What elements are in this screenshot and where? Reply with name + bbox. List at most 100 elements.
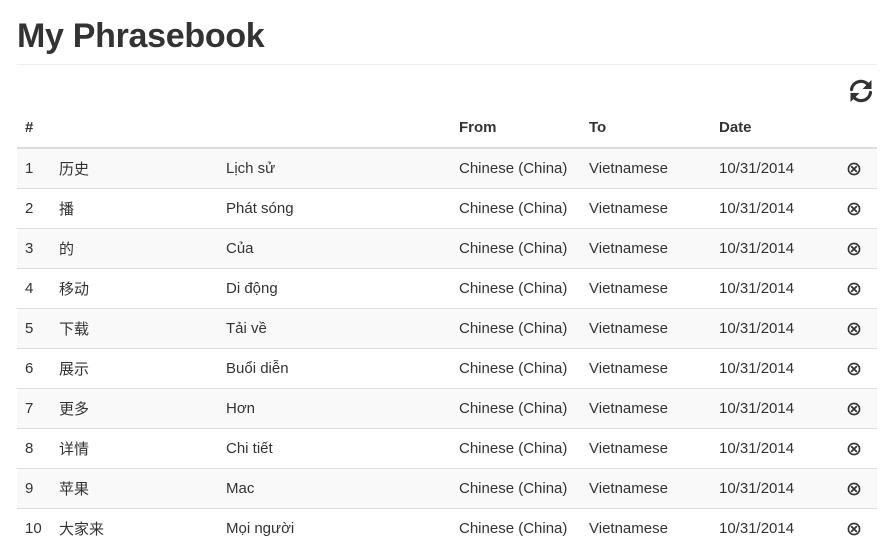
from-language: Chinese (China) xyxy=(451,228,581,269)
table-row: 1 历史 Lịch sử Chinese (China) Vietnamese 10/31… xyxy=(17,147,877,189)
date-added: 10/31/2014 xyxy=(711,228,831,269)
from-language: Chinese (China) xyxy=(451,508,581,548)
source-phrase: 移动 xyxy=(51,268,218,309)
from-language: Chinese (China) xyxy=(451,268,581,309)
source-phrase: 苹果 xyxy=(51,468,218,509)
row-index: 3 xyxy=(17,228,51,269)
to-language: Vietnamese xyxy=(581,308,711,349)
date-added: 10/31/2014 xyxy=(711,188,831,229)
remove-circle-icon[interactable] xyxy=(847,242,861,256)
remove-circle-icon[interactable] xyxy=(847,442,861,456)
row-index: 8 xyxy=(17,428,51,469)
to-language: Vietnamese xyxy=(581,428,711,469)
translated-phrase: Buổi diễn xyxy=(218,348,451,389)
translated-phrase: Lịch sử xyxy=(218,147,451,189)
from-language: Chinese (China) xyxy=(451,468,581,509)
row-actions xyxy=(831,348,877,389)
row-index: 6 xyxy=(17,348,51,389)
remove-circle-icon[interactable] xyxy=(847,522,861,536)
table-row: 9 苹果 Mac Chinese (China) Vietnamese 10/31/201… xyxy=(17,468,877,509)
phrasebook-table: # From To Date 1 历史 Lịch sử Chinese (China)… xyxy=(17,108,877,548)
row-index: 2 xyxy=(17,188,51,229)
date-added: 10/31/2014 xyxy=(711,468,831,509)
row-index: 5 xyxy=(17,308,51,349)
to-language: Vietnamese xyxy=(581,348,711,389)
date-added: 10/31/2014 xyxy=(711,308,831,349)
row-actions xyxy=(831,147,877,189)
translated-phrase: Mọi người xyxy=(218,508,451,548)
row-index: 9 xyxy=(17,468,51,509)
row-actions xyxy=(831,428,877,469)
source-phrase: 播 xyxy=(51,188,218,229)
row-actions xyxy=(831,308,877,349)
remove-circle-icon[interactable] xyxy=(847,482,861,496)
translated-phrase: Hơn xyxy=(218,388,451,429)
remove-circle-icon[interactable] xyxy=(847,162,861,176)
table-row: 10 大家来 Mọi người Chinese (China) Vietnamese 1… xyxy=(17,508,877,548)
from-language: Chinese (China) xyxy=(451,428,581,469)
to-language: Vietnamese xyxy=(581,508,711,548)
table-header-row: # From To Date xyxy=(17,108,877,149)
source-phrase: 历史 xyxy=(51,147,218,189)
row-index: 4 xyxy=(17,268,51,309)
title-divider xyxy=(17,64,877,65)
to-language: Vietnamese xyxy=(581,268,711,309)
source-phrase: 大家来 xyxy=(51,508,218,548)
translated-phrase: Tải về xyxy=(218,308,451,349)
to-language: Vietnamese xyxy=(581,228,711,269)
from-language: Chinese (China) xyxy=(451,348,581,389)
remove-circle-icon[interactable] xyxy=(847,202,861,216)
row-actions xyxy=(831,388,877,429)
row-actions xyxy=(831,508,877,548)
row-actions xyxy=(831,468,877,509)
from-language: Chinese (China) xyxy=(451,188,581,229)
table-row: 3 的 Của Chinese (China) Vietnamese 10/31/2014 xyxy=(17,228,877,269)
column-header-target xyxy=(218,108,451,149)
date-added: 10/31/2014 xyxy=(711,147,831,189)
column-header-date: Date xyxy=(711,108,831,149)
date-added: 10/31/2014 xyxy=(711,268,831,309)
column-header-from: From xyxy=(451,108,581,149)
remove-circle-icon[interactable] xyxy=(847,322,861,336)
row-index: 1 xyxy=(17,147,51,189)
remove-circle-icon[interactable] xyxy=(847,402,861,416)
remove-circle-icon[interactable] xyxy=(847,362,861,376)
row-actions xyxy=(831,268,877,309)
to-language: Vietnamese xyxy=(581,388,711,429)
from-language: Chinese (China) xyxy=(451,147,581,189)
source-phrase: 展示 xyxy=(51,348,218,389)
column-header-index: # xyxy=(17,108,51,149)
date-added: 10/31/2014 xyxy=(711,508,831,548)
table-row: 2 播 Phát sóng Chinese (China) Vietnamese 10/3… xyxy=(17,188,877,229)
from-language: Chinese (China) xyxy=(451,388,581,429)
column-header-source xyxy=(51,108,218,149)
column-header-to: To xyxy=(581,108,711,149)
date-added: 10/31/2014 xyxy=(711,428,831,469)
table-row: 5 下载 Tải về Chinese (China) Vietnamese 10/31/… xyxy=(17,308,877,349)
translated-phrase: Của xyxy=(218,228,451,269)
to-language: Vietnamese xyxy=(581,468,711,509)
source-phrase: 下载 xyxy=(51,308,218,349)
table-row: 6 展示 Buổi diễn Chinese (China) Vietnamese 10/… xyxy=(17,348,877,389)
date-added: 10/31/2014 xyxy=(711,348,831,389)
to-language: Vietnamese xyxy=(581,147,711,189)
refresh-icon xyxy=(849,79,873,103)
translated-phrase: Chi tiết xyxy=(218,428,451,469)
to-language: Vietnamese xyxy=(581,188,711,229)
source-phrase: 更多 xyxy=(51,388,218,429)
translated-phrase: Phát sóng xyxy=(218,188,451,229)
row-index: 7 xyxy=(17,388,51,429)
page-title: My Phrasebook xyxy=(17,17,265,55)
row-actions xyxy=(831,228,877,269)
source-phrase: 详情 xyxy=(51,428,218,469)
row-actions xyxy=(831,188,877,229)
from-language: Chinese (China) xyxy=(451,308,581,349)
table-row: 4 移动 Di động Chinese (China) Vietnamese 10/31… xyxy=(17,268,877,309)
refresh-button[interactable] xyxy=(847,77,875,105)
column-header-actions xyxy=(831,108,877,149)
source-phrase: 的 xyxy=(51,228,218,269)
translated-phrase: Di động xyxy=(218,268,451,309)
translated-phrase: Mac xyxy=(218,468,451,509)
date-added: 10/31/2014 xyxy=(711,388,831,429)
remove-circle-icon[interactable] xyxy=(847,282,861,296)
